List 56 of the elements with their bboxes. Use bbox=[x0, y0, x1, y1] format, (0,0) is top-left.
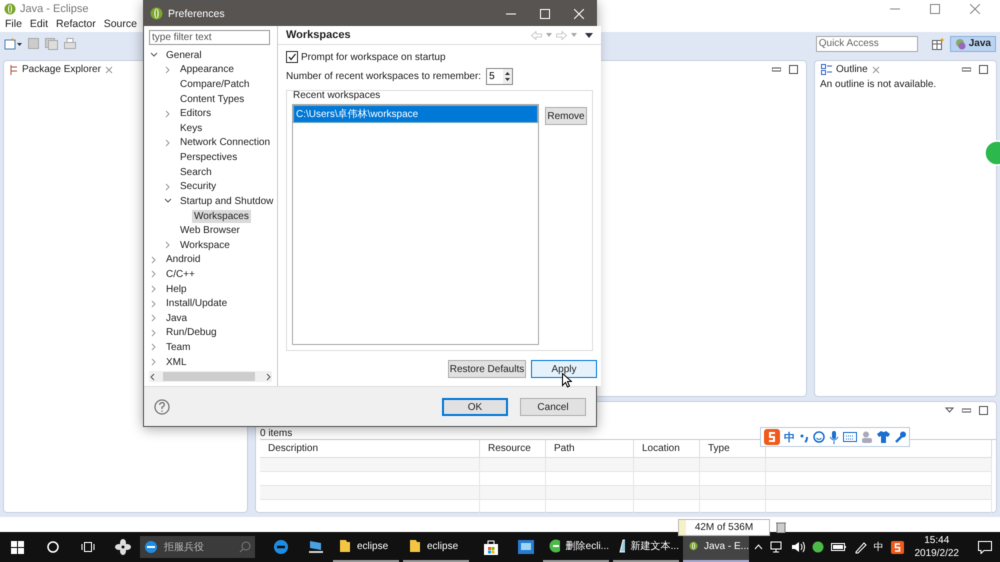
tree-item[interactable]: Workspaces bbox=[192, 210, 251, 222]
tree-item[interactable]: Content Types bbox=[178, 92, 246, 106]
tree-item[interactable]: Network Connection bbox=[178, 136, 272, 150]
tree-item[interactable]: Workspace bbox=[178, 238, 232, 252]
dialog-title: Preferences bbox=[168, 8, 226, 20]
tree-item[interactable]: General bbox=[164, 48, 204, 62]
tree-item[interactable]: Startup and Shutdow bbox=[178, 194, 276, 208]
tree-item[interactable]: Compare/Patch bbox=[178, 78, 252, 92]
outline-message: An outline is not available. bbox=[819, 78, 938, 91]
field-label: Number of recent workspaces to remember: bbox=[286, 71, 482, 82]
menu-item[interactable]: Edit bbox=[30, 18, 48, 32]
tree-item[interactable]: Search bbox=[178, 166, 214, 179]
search-box[interactable]: 拒服兵役 bbox=[140, 536, 255, 558]
tree-item[interactable]: Keys bbox=[178, 122, 204, 135]
tree-item[interactable]: Java bbox=[164, 312, 190, 325]
list-item[interactable]: C:\Users\卓伟林\workspace bbox=[293, 105, 538, 123]
tree-item[interactable]: Run/Debug bbox=[164, 326, 219, 340]
taskbar-window[interactable]: 新建文本... bbox=[613, 532, 679, 562]
clock-date[interactable]: 2019/2/22 bbox=[914, 547, 959, 560]
tree-item[interactable]: C/C++ bbox=[164, 268, 197, 281]
tree-item[interactable]: Install/Update bbox=[164, 297, 230, 310]
tree-item[interactable]: Appearance bbox=[178, 63, 236, 76]
tree-item[interactable]: XML bbox=[164, 356, 189, 369]
window-title: Java - Eclipse bbox=[20, 3, 88, 15]
workspace-list[interactable]: C:\Users\卓伟林\workspace bbox=[292, 104, 539, 345]
menu-item[interactable]: Refactor bbox=[56, 18, 96, 32]
tree-item[interactable]: Android bbox=[164, 253, 202, 266]
clock-time[interactable]: 15:44 bbox=[924, 534, 950, 547]
tree-item[interactable]: Perspectives bbox=[178, 151, 240, 164]
tree-item[interactable]: Editors bbox=[178, 107, 214, 120]
cancel-button[interactable]: Cancel bbox=[520, 398, 586, 416]
group-label: Recent workspaces bbox=[293, 90, 382, 101]
apply-button[interactable]: Apply bbox=[531, 360, 597, 378]
number-spinner[interactable]: 5 bbox=[486, 68, 514, 85]
heap-status[interactable]: 42M of 536M bbox=[678, 518, 770, 536]
page-title: Workspaces bbox=[286, 29, 352, 41]
tree-item[interactable]: Help bbox=[164, 282, 189, 296]
menu-item[interactable]: File bbox=[5, 18, 22, 32]
tree-item[interactable]: Team bbox=[164, 340, 192, 354]
tree-item[interactable]: Web Browser bbox=[178, 224, 242, 238]
taskbar-window[interactable]: eclipse bbox=[333, 532, 399, 562]
checkbox-label: Prompt for workspace on startup bbox=[301, 52, 446, 62]
remove-button[interactable]: Remove bbox=[545, 107, 587, 125]
panel-tab[interactable]: Outline bbox=[836, 64, 868, 75]
ok-button[interactable]: OK bbox=[442, 398, 508, 416]
filter-field[interactable]: type filter text bbox=[149, 30, 270, 45]
restore-defaults-button[interactable]: Restore Defaults bbox=[448, 360, 526, 378]
panel-tab[interactable]: Package Explorer bbox=[22, 64, 101, 75]
menu-item[interactable]: Source bbox=[104, 18, 137, 32]
input-method-indicator[interactable]: 中 bbox=[874, 540, 884, 554]
java-perspective-button[interactable]: Java bbox=[950, 36, 996, 52]
search-field[interactable]: 拒服兵役 bbox=[162, 540, 235, 554]
taskbar-window[interactable]: 删除ecli... bbox=[543, 532, 609, 562]
quick-access-field[interactable]: Quick Access bbox=[816, 36, 918, 52]
tree-item[interactable]: Security bbox=[178, 180, 218, 194]
taskbar-window[interactable]: eclipse bbox=[403, 532, 469, 562]
